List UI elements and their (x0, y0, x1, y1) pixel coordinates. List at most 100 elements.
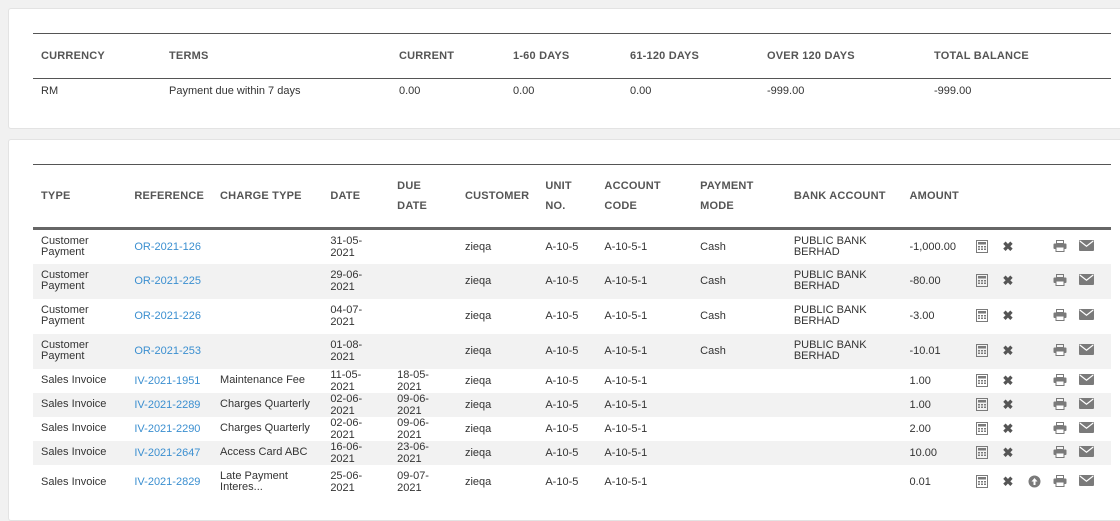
print-icon[interactable] (1051, 475, 1069, 489)
col-type: TYPE (41, 190, 71, 202)
row-amount: -10.01 (909, 345, 941, 357)
61-120-days-value: 0.00 (630, 84, 652, 97)
reference-link[interactable]: IV-2021-2647 (134, 447, 200, 459)
reference-link[interactable]: IV-2021-2289 (134, 399, 200, 411)
col-actions (967, 165, 1111, 229)
reference-link[interactable]: IV-2021-2290 (134, 423, 200, 435)
calculator-icon[interactable] (973, 373, 991, 388)
upload-icon[interactable] (1025, 475, 1043, 489)
row-bank-account: PUBLIC BANK BERHAD (793, 234, 867, 258)
row-account-code: A-10-5-1 (604, 398, 648, 411)
row-bank-account (786, 441, 902, 465)
reference-link[interactable]: OR-2021-126 (134, 241, 201, 253)
row-unit-no: A-10-5 (545, 345, 579, 357)
table-row: Customer Payment OR-2021-126 31-05-2021 zieq… (33, 229, 1111, 264)
row-reference: OR-2021-253 (126, 334, 212, 369)
row-amount: 10.00 (909, 446, 937, 459)
row-amount: 1.00 (909, 398, 931, 411)
row-bank-account (786, 393, 902, 417)
calculator-icon[interactable] (973, 274, 991, 288)
row-type: Sales Invoice (41, 475, 107, 488)
col-reference: REFERENCE (134, 190, 205, 202)
close-icon[interactable]: ✖ (999, 445, 1017, 460)
row-date: 02-06-2021 (330, 392, 363, 417)
row-payment-mode: Cash (700, 345, 726, 357)
close-icon[interactable]: ✖ (999, 309, 1017, 323)
row-date: 31-05-2021 (330, 234, 363, 259)
row-date: 29-06-2021 (330, 269, 363, 293)
email-icon[interactable] (1077, 309, 1095, 323)
close-icon[interactable]: ✖ (999, 475, 1017, 489)
table-row: Customer Payment OR-2021-225 29-06-2021 zieq… (33, 263, 1111, 299)
col-61-120-days: 61-120 DAYS (630, 50, 700, 62)
calculator-icon[interactable] (973, 475, 991, 489)
table-row: Customer Payment OR-2021-226 04-07-2021 zieq… (33, 299, 1111, 334)
print-icon[interactable] (1051, 421, 1069, 436)
row-reference: IV-2021-2290 (126, 417, 212, 441)
print-icon[interactable] (1051, 445, 1069, 460)
reference-link[interactable]: OR-2021-225 (134, 275, 201, 287)
email-icon[interactable] (1077, 344, 1095, 358)
row-amount: -3.00 (909, 310, 935, 322)
row-payment-mode (692, 441, 786, 465)
print-icon[interactable] (1051, 344, 1069, 358)
col-date: DATE (330, 190, 361, 202)
reference-link[interactable]: OR-2021-226 (134, 310, 201, 322)
col-bank-account: BANK ACCOUNT (793, 190, 886, 202)
calculator-icon[interactable] (973, 421, 991, 436)
col-total-balance: TOTAL BALANCE (934, 50, 1029, 62)
row-charge-type (212, 264, 322, 299)
close-icon[interactable]: ✖ (999, 344, 1017, 358)
row-due-date: 09-06-2021 (397, 416, 429, 441)
calculator-icon[interactable] (973, 309, 991, 323)
email-icon[interactable] (1077, 397, 1095, 412)
email-icon[interactable] (1077, 274, 1095, 288)
row-account-code: A-10-5-1 (604, 476, 648, 488)
currency-value: RM (41, 84, 59, 97)
row-charge-type: Maintenance Fee (220, 374, 306, 386)
row-reference: IV-2021-1951 (126, 369, 212, 393)
calculator-icon[interactable] (973, 344, 991, 358)
print-icon[interactable] (1051, 397, 1069, 412)
row-account-code: A-10-5-1 (604, 422, 648, 435)
close-icon[interactable]: ✖ (999, 274, 1017, 288)
col-terms: TERMS (169, 50, 209, 62)
col-1-60-days: 1-60 DAYS (513, 50, 570, 62)
row-charge-type: Late Payment Interes... (220, 470, 288, 493)
email-icon[interactable] (1077, 445, 1095, 460)
close-icon[interactable]: ✖ (999, 397, 1017, 412)
reference-link[interactable]: OR-2021-253 (134, 345, 201, 357)
row-type: Sales Invoice (41, 374, 107, 386)
close-icon[interactable]: ✖ (999, 373, 1017, 388)
calculator-icon[interactable] (973, 397, 991, 412)
row-charge-type (212, 299, 322, 334)
row-account-code: A-10-5-1 (604, 275, 648, 287)
aging-summary-header-row: CURRENCY TERMS CURRENT 1-60 DAYS 61-120 … (33, 34, 1111, 79)
close-icon[interactable]: ✖ (999, 421, 1017, 436)
calculator-icon[interactable] (973, 239, 991, 254)
print-icon[interactable] (1051, 274, 1069, 288)
col-payment-mode: PAYMENT MODE (700, 180, 754, 212)
print-icon[interactable] (1051, 373, 1069, 388)
email-icon[interactable] (1077, 475, 1095, 489)
row-unit-no: A-10-5 (545, 398, 579, 411)
current-value: 0.00 (399, 84, 421, 97)
col-currency: CURRENCY (41, 50, 105, 62)
print-icon[interactable] (1051, 239, 1069, 254)
row-date: 01-08-2021 (330, 339, 363, 363)
reference-link[interactable]: IV-2021-1951 (134, 375, 200, 387)
email-icon[interactable] (1077, 421, 1095, 436)
transactions-table: TYPE REFERENCE CHARGE TYPE DATE DUE DATE … (33, 164, 1111, 500)
close-icon[interactable]: ✖ (999, 239, 1017, 254)
print-icon[interactable] (1051, 309, 1069, 323)
reference-link[interactable]: IV-2021-2829 (134, 476, 200, 488)
row-charge-type: Charges Quarterly (220, 398, 310, 410)
row-payment-mode (692, 417, 786, 441)
email-icon[interactable] (1077, 239, 1095, 254)
row-actions: ✖ (967, 229, 1111, 264)
calculator-icon[interactable] (973, 445, 991, 460)
row-reference: OR-2021-226 (126, 299, 212, 334)
transactions-body: Customer Payment OR-2021-126 31-05-2021 zieq… (33, 229, 1111, 500)
row-due-date (389, 264, 457, 299)
email-icon[interactable] (1077, 373, 1095, 388)
